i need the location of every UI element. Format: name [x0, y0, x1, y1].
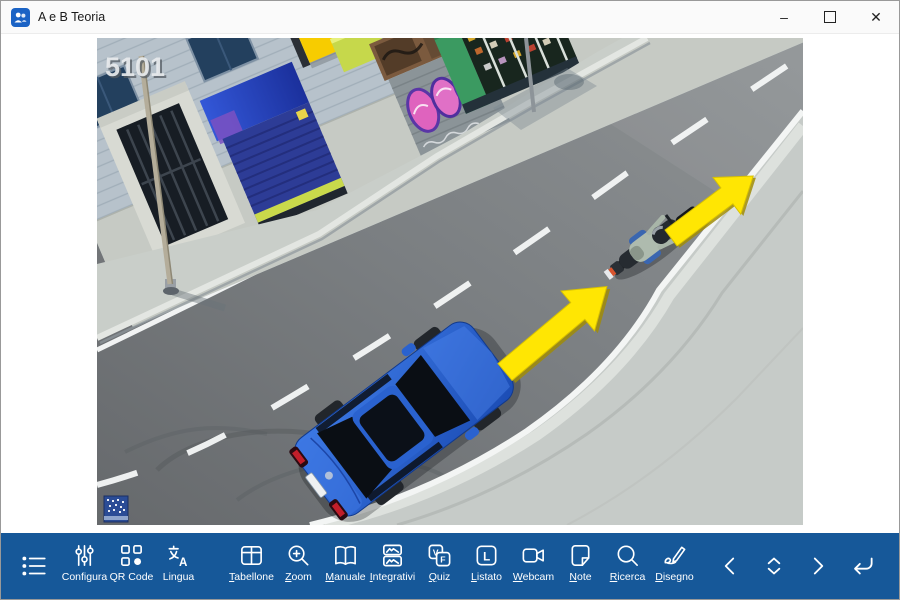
toolbar-label: Note	[569, 571, 591, 583]
list-icon	[19, 551, 49, 581]
toolbar-button-ricerca[interactable]: Ricerca	[604, 535, 651, 597]
window-title: A e B Teoria	[38, 10, 105, 24]
close-button[interactable]: ✕	[853, 1, 899, 33]
svg-text:L: L	[483, 551, 490, 563]
toolbar-label: QR Code	[110, 571, 154, 583]
note-icon	[567, 542, 594, 569]
confirm-return-button[interactable]	[840, 535, 884, 597]
previous-question-button[interactable]	[708, 535, 752, 597]
expand-collapse-button[interactable]	[752, 535, 796, 597]
toolbar-label: Quiz	[429, 571, 451, 583]
toolbar-label: Configura	[62, 571, 108, 583]
zoom-in-icon	[285, 542, 312, 569]
translate-icon: A	[165, 542, 192, 569]
question-number: 5101	[105, 52, 165, 82]
toolbar-label: Listato	[471, 571, 502, 583]
toolbar-label: Ricerca	[610, 571, 646, 583]
svg-text:A: A	[179, 557, 188, 569]
content-area: 5101 5101	[1, 34, 899, 533]
toolbar-button-menu[interactable]	[7, 535, 61, 597]
chevron-up-down-icon	[759, 551, 789, 581]
toolbar: Configura QR Code A Lingua	[1, 533, 899, 599]
search-icon	[614, 542, 641, 569]
svg-text:F: F	[440, 555, 445, 565]
toolbar-button-note[interactable]: Note	[557, 535, 604, 597]
maximize-button[interactable]	[807, 1, 853, 33]
chevron-left-icon	[715, 551, 745, 581]
toolbar-label: Lingua	[163, 571, 195, 583]
toolbar-label: Manuale	[325, 571, 365, 583]
grid-icon	[238, 542, 265, 569]
toolbar-label: Integrativi	[370, 571, 416, 583]
qr-code-icon	[118, 542, 145, 569]
toolbar-button-quiz[interactable]: V F Quiz	[416, 535, 463, 597]
pen-icon	[661, 542, 688, 569]
question-image[interactable]: 5101 5101	[97, 38, 803, 525]
book-icon	[332, 542, 359, 569]
publisher-watermark	[104, 496, 128, 522]
toolbar-button-zoom[interactable]: Zoom	[275, 535, 322, 597]
toolbar-label: Tabellone	[229, 571, 274, 583]
toolbar-label: Webcam	[513, 571, 554, 583]
chevron-right-icon	[803, 551, 833, 581]
webcam-icon	[520, 542, 547, 569]
maximize-icon	[824, 11, 836, 23]
toolbar-button-webcam[interactable]: Webcam	[510, 535, 557, 597]
toolbar-label: Zoom	[285, 571, 312, 583]
toolbar-button-listato[interactable]: L Listato	[463, 535, 510, 597]
app-window: A e B Teoria – ✕	[0, 0, 900, 600]
minimize-icon: –	[780, 10, 788, 24]
toolbar-label: Disegno	[655, 571, 694, 583]
toolbar-button-manuale[interactable]: Manuale	[322, 535, 369, 597]
minimize-button[interactable]: –	[761, 1, 807, 33]
toolbar-button-integrativi[interactable]: Integrativi	[369, 535, 416, 597]
return-arrow-icon	[847, 551, 877, 581]
close-icon: ✕	[870, 10, 882, 24]
toolbar-button-disegno[interactable]: Disegno	[651, 535, 698, 597]
toolbar-button-configura[interactable]: Configura	[61, 535, 108, 597]
next-question-button[interactable]	[796, 535, 840, 597]
true-false-icon: V F	[426, 542, 453, 569]
titlebar: A e B Teoria – ✕	[1, 1, 899, 34]
app-icon	[11, 8, 30, 27]
images-icon	[379, 542, 406, 569]
toolbar-button-qr-code[interactable]: QR Code	[108, 535, 155, 597]
letter-l-icon: L	[473, 542, 500, 569]
toolbar-button-tabellone[interactable]: Tabellone	[228, 535, 275, 597]
sliders-icon	[71, 542, 98, 569]
toolbar-button-lingua[interactable]: A Lingua	[155, 535, 202, 597]
